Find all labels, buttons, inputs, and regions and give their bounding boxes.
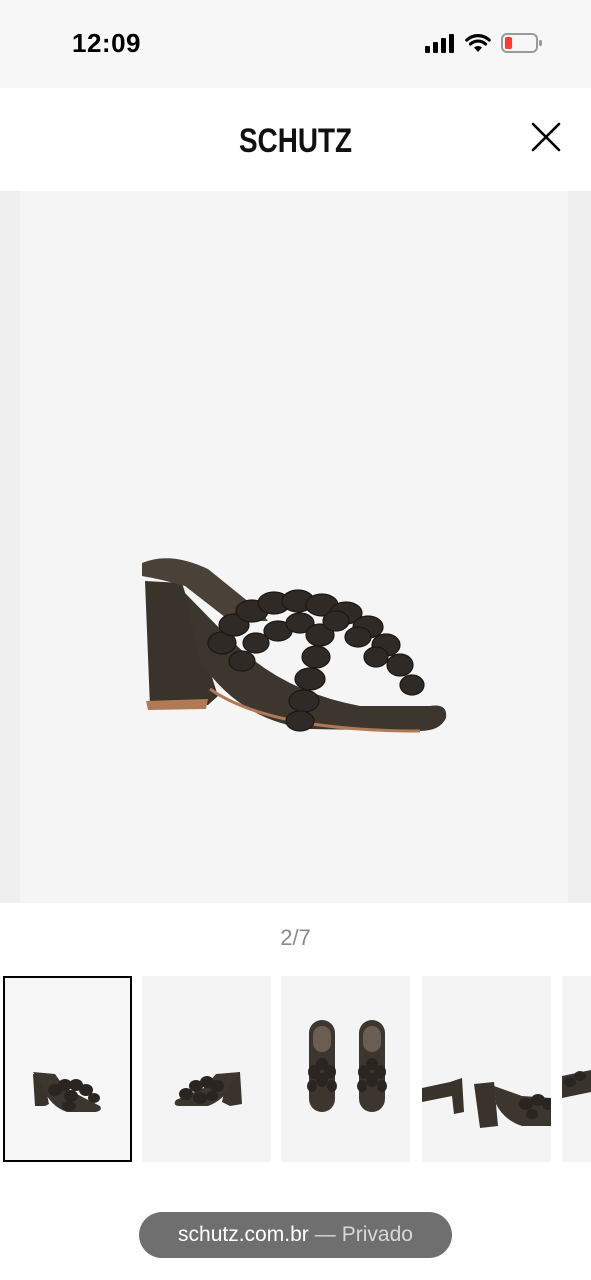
sandal-image [142,558,447,733]
thumbnail-4[interactable] [422,976,551,1162]
product-image-frame [20,191,568,903]
thumbnail-sandal-side [33,1072,101,1112]
status-icons [425,31,543,55]
product-main-image[interactable] [0,191,591,903]
thumbnail-sandal-partial [562,1070,591,1098]
brand-logo: SCHUTZ [238,122,353,160]
wifi-icon [465,34,491,52]
cellular-signal-icon [425,34,454,53]
modal-header: SCHUTZ [0,88,591,191]
status-bar: 12:09 [0,0,591,88]
image-pager: 2/7 [280,925,311,950]
url-domain: schutz.com.br [178,1223,309,1246]
thumbnail-1[interactable] [3,976,132,1162]
thumbnail-sandal-top-pair [307,1020,387,1112]
screen: 12:09 SCHUTZ 2/7 schutz.com.br — Privado [0,0,591,1280]
private-mode-label: Privado [341,1223,413,1246]
thumbnail-3[interactable] [281,976,410,1162]
url-separator: — [314,1223,336,1246]
thumbnail-strip[interactable] [0,976,591,1162]
browser-url-pill[interactable]: schutz.com.br — Privado [139,1212,452,1258]
thumbnail-2[interactable] [142,976,271,1162]
thumbnail-sandal-mirror [174,1072,242,1106]
status-time: 12:09 [72,28,141,58]
close-icon [531,122,561,152]
thumbnail-sandal-heel [422,1078,551,1128]
close-button[interactable] [529,120,563,154]
thumbnail-5[interactable] [562,976,591,1162]
battery-low-icon [501,33,542,53]
